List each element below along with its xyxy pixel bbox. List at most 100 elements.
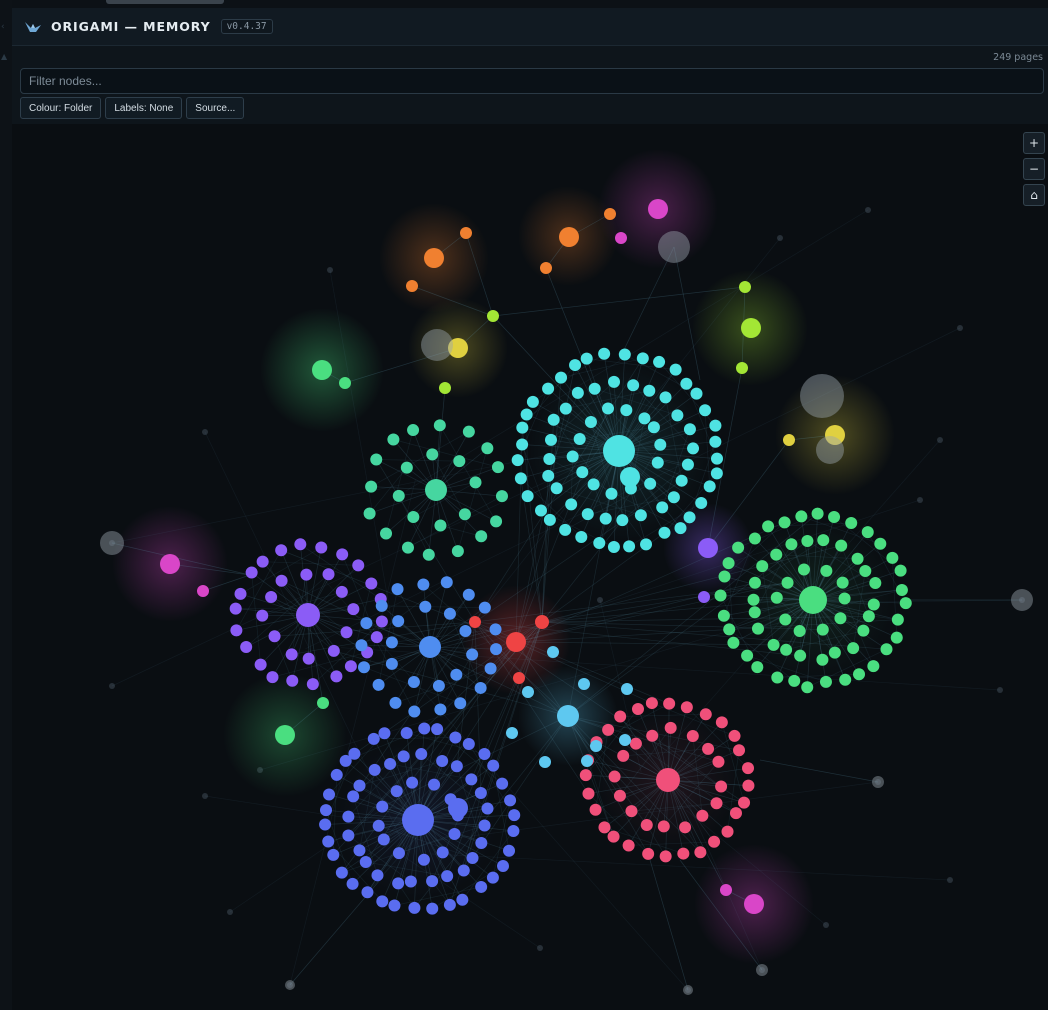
- graph-node[interactable]: [717, 609, 730, 622]
- graph-node[interactable]: [867, 660, 880, 673]
- graph-node[interactable]: [744, 894, 764, 914]
- graph-node[interactable]: [625, 805, 638, 818]
- graph-node[interactable]: [839, 673, 852, 686]
- graph-node[interactable]: [886, 551, 899, 564]
- graph-node[interactable]: [404, 875, 417, 888]
- graph-node[interactable]: [779, 613, 792, 626]
- graph-node[interactable]: [100, 531, 124, 555]
- graph-node[interactable]: [449, 731, 462, 744]
- graph-node[interactable]: [522, 686, 534, 698]
- graph-node[interactable]: [709, 435, 722, 448]
- graph-node[interactable]: [457, 864, 470, 877]
- graph-node[interactable]: [486, 871, 499, 884]
- graph-node[interactable]: [695, 497, 708, 510]
- graph-node[interactable]: [702, 742, 715, 755]
- graph-node[interactable]: [436, 755, 449, 768]
- graph-node[interactable]: [418, 722, 431, 735]
- graph-node[interactable]: [406, 776, 419, 789]
- graph-node[interactable]: [565, 498, 578, 511]
- graph-node[interactable]: [392, 847, 405, 860]
- graph-node[interactable]: [817, 534, 830, 547]
- graph-node[interactable]: [657, 820, 670, 833]
- graph-node[interactable]: [526, 395, 539, 408]
- graph-node[interactable]: [674, 522, 687, 535]
- graph-node[interactable]: [838, 592, 851, 605]
- graph-node[interactable]: [275, 725, 295, 745]
- graph-node[interactable]: [722, 557, 735, 570]
- graph-node[interactable]: [451, 545, 464, 558]
- graph-node[interactable]: [475, 880, 488, 893]
- graph-node[interactable]: [256, 609, 269, 622]
- graph-node[interactable]: [638, 412, 651, 425]
- graph-node[interactable]: [516, 438, 529, 451]
- graph-node[interactable]: [658, 231, 690, 263]
- graph-node[interactable]: [407, 511, 420, 524]
- graph-node[interactable]: [434, 703, 447, 716]
- graph-node[interactable]: [474, 681, 487, 694]
- graph-node[interactable]: [659, 850, 672, 863]
- graph-node[interactable]: [378, 727, 391, 740]
- graph-node[interactable]: [428, 778, 441, 791]
- graph-node[interactable]: [845, 517, 858, 530]
- graph-node[interactable]: [728, 729, 741, 742]
- graph-node[interactable]: [836, 576, 849, 589]
- graph-node[interactable]: [785, 538, 798, 551]
- graph-node[interactable]: [539, 756, 551, 768]
- graph-node[interactable]: [454, 697, 467, 710]
- graph-node[interactable]: [738, 796, 751, 809]
- graph-node[interactable]: [851, 552, 864, 565]
- graph-node[interactable]: [642, 847, 655, 860]
- graph-node[interactable]: [588, 382, 601, 395]
- graph-node[interactable]: [767, 638, 780, 651]
- graph-node[interactable]: [634, 509, 647, 522]
- graph-node[interactable]: [712, 755, 725, 768]
- graph-node[interactable]: [636, 352, 649, 365]
- hub-node[interactable]: [656, 768, 680, 792]
- graph-node[interactable]: [708, 835, 721, 848]
- graph-node[interactable]: [312, 360, 332, 380]
- graph-node[interactable]: [859, 564, 872, 577]
- graph-node[interactable]: [770, 548, 783, 561]
- graph-node[interactable]: [580, 352, 593, 365]
- graph-node[interactable]: [770, 591, 783, 604]
- graph-node[interactable]: [834, 612, 847, 625]
- graph-node[interactable]: [867, 598, 880, 611]
- graph-node[interactable]: [234, 587, 247, 600]
- graph-node[interactable]: [543, 453, 556, 466]
- graph-node[interactable]: [440, 576, 453, 589]
- graph-node[interactable]: [820, 564, 833, 577]
- graph-node[interactable]: [462, 588, 475, 601]
- graph-node[interactable]: [607, 541, 620, 554]
- graph-node[interactable]: [478, 747, 491, 760]
- graph-node[interactable]: [315, 541, 328, 554]
- graph-node[interactable]: [677, 847, 690, 860]
- graph-node[interactable]: [895, 583, 908, 596]
- graph-node[interactable]: [742, 779, 755, 792]
- graph-node[interactable]: [616, 514, 629, 527]
- graph-node[interactable]: [663, 697, 676, 710]
- graph-node[interactable]: [516, 421, 529, 434]
- graph-node[interactable]: [466, 851, 479, 864]
- graph-node[interactable]: [555, 371, 568, 384]
- graph-node[interactable]: [557, 705, 579, 727]
- graph-node[interactable]: [335, 585, 348, 598]
- graph-node[interactable]: [683, 985, 693, 995]
- graph-node[interactable]: [388, 899, 401, 912]
- graph-node[interactable]: [434, 519, 447, 532]
- memory-graph[interactable]: [12, 124, 1048, 1010]
- graph-node[interactable]: [828, 510, 841, 523]
- graph-node[interactable]: [582, 787, 595, 800]
- graph-node[interactable]: [342, 829, 355, 842]
- graph-node[interactable]: [853, 668, 866, 681]
- graph-node[interactable]: [801, 681, 814, 694]
- hub-node[interactable]: [620, 467, 640, 487]
- graph-node[interactable]: [828, 646, 841, 659]
- graph-node[interactable]: [508, 809, 521, 822]
- graph-node[interactable]: [348, 747, 361, 760]
- graph-node[interactable]: [375, 615, 388, 628]
- graph-node[interactable]: [618, 348, 631, 361]
- graph-node[interactable]: [392, 877, 405, 890]
- graph-node[interactable]: [699, 708, 712, 721]
- hub-node[interactable]: [603, 435, 635, 467]
- graph-node[interactable]: [478, 601, 491, 614]
